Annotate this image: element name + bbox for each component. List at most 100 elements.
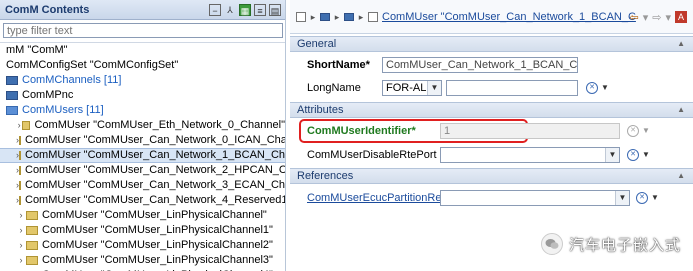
tree-row[interactable]: › ComMUser "ComMUser_Can_Network_0_ICAN_C… <box>0 133 285 148</box>
identifier-input[interactable]: 1 <box>440 123 620 139</box>
chevron-down-icon[interactable]: ▼ <box>642 126 650 135</box>
tree-row[interactable]: › ComMUser "ComMUser_Can_Network_4_Reserv… <box>0 193 285 208</box>
chevron-right-icon[interactable]: ▸ <box>308 12 318 22</box>
section-references-header[interactable]: References ▲ <box>290 168 693 184</box>
reset-icon[interactable]: ✕ <box>627 125 639 137</box>
chevron-right-icon[interactable]: ▸ <box>356 12 366 22</box>
collapse-icon[interactable]: ▲ <box>677 169 685 183</box>
contents-panel: ComM Contents − ⅄ ▦ ≡ ▤ mM "ComM" ComMCon… <box>0 0 286 271</box>
tree-row-label: ComMPnc <box>22 89 74 101</box>
breadcrumb-link[interactable]: ComMUser "ComMUser_Can_Network_1_BCAN_C <box>382 11 636 23</box>
tree-row-label: ComMUser "ComMUser_Can_Network_0_ICAN_Ch… <box>25 134 286 146</box>
longname-language-select[interactable]: FOR-ALL ▼ <box>382 80 442 96</box>
chevron-down-icon[interactable]: ▼ <box>615 191 629 205</box>
chevron-down-icon[interactable]: ▼ <box>427 81 441 95</box>
folder-icon[interactable] <box>344 12 354 21</box>
tree-row[interactable]: › ComMUser "ComMUser_Can_Network_1_BCAN_C… <box>0 148 285 163</box>
longname-label: LongName <box>307 82 361 94</box>
view-menu-icon[interactable]: ≡ <box>254 3 266 16</box>
tree-row[interactable]: ComMChannels [11] <box>0 73 285 88</box>
section-references-body: ComMUserEcucPartitionRef ▼ ✕ ▼ <box>290 184 693 224</box>
reset-icon[interactable]: ✕ <box>627 149 639 161</box>
collapse-all-icon[interactable]: − <box>209 3 221 16</box>
tree-row-label: ComMUser "ComMUser_Can_Network_3_ECAN_Ch… <box>25 179 286 191</box>
reset-icon[interactable]: ✕ <box>586 82 598 94</box>
tree-row-label: ComMUser "ComMUser_Can_Network_2_HPCAN_C… <box>25 164 286 176</box>
chevron-right-icon[interactable]: ▸ <box>332 12 342 22</box>
tree-row[interactable]: › ComMUser "ComMUser_LinPhysicalChannel3" <box>0 253 285 268</box>
sort-icon[interactable]: ⅄ <box>224 4 236 16</box>
partition-ref-select[interactable]: ▼ <box>440 190 630 206</box>
tree-row-label: ComMUser "ComMUser_Eth_Network_0_Channel… <box>34 119 285 131</box>
contents-panel-header: ComM Contents − ⅄ ▦ ≡ ▤ <box>0 0 285 20</box>
tree-row[interactable]: › ComMUser "ComMUser_LinPhysicalChannel1" <box>0 223 285 238</box>
tree-row[interactable]: › ComMUser "ComMUser_LinPhysicalChannel2" <box>0 238 285 253</box>
navigation-buttons: ⇦ ▾ ⇨ ▾ A <box>630 11 687 24</box>
tree-row-label: ComMUser "ComMUser_Can_Network_4_Reserve… <box>25 194 286 206</box>
watermark: 汽车电子嵌入式 <box>540 233 681 255</box>
partition-ref-link[interactable]: ComMUserEcucPartitionRef <box>307 192 445 204</box>
contents-panel-title: ComM Contents <box>5 3 90 16</box>
chevron-down-icon[interactable]: ▼ <box>601 83 609 92</box>
folder-icon <box>19 181 21 190</box>
section-general-header[interactable]: General ▲ <box>290 36 693 52</box>
chevron-right-icon[interactable]: › <box>16 223 26 238</box>
toggle-view-icon[interactable]: ▤ <box>269 3 281 16</box>
collapse-icon[interactable]: ▲ <box>677 103 685 117</box>
longname-input[interactable] <box>446 80 578 96</box>
section-attributes-body: ComMUserIdentifier* 1 ✕ ▼ ComMUserDisabl… <box>290 118 693 168</box>
tree-row-label: ComMUser "ComMUser_LinPhysicalChannel1" <box>42 224 273 236</box>
identifier-label: ComMUserIdentifier* <box>307 125 416 137</box>
section-attributes-header[interactable]: Attributes ▲ <box>290 102 693 118</box>
section-general-body: ShortName* ComMUser_Can_Network_1_BCAN_C… <box>290 52 693 102</box>
element-icon[interactable] <box>368 11 378 22</box>
back-icon[interactable]: ⇦ <box>630 11 639 24</box>
folder-icon <box>6 76 18 85</box>
chevron-down-icon[interactable]: ▼ <box>642 150 650 159</box>
section-general-title: General <box>297 38 337 50</box>
tree-row[interactable]: › ComMUser "ComMUser_Can_Network_2_HPCAN_… <box>0 163 285 178</box>
reset-icon[interactable]: ✕ <box>636 192 648 204</box>
back-dropdown-icon[interactable]: ▾ <box>643 11 649 24</box>
tree-row-label: ComMConfigSet "ComMConfigSet" <box>6 59 179 71</box>
section-references-title: References <box>297 170 354 182</box>
tree-row-label: ComMUser "ComMUser_Can_Network_1_BCAN_Ch… <box>25 149 286 161</box>
breadcrumb: ▸ ▸ ▸ ComMUser "ComMUser_Can_Network_1_B… <box>290 0 693 34</box>
folder-icon <box>26 226 38 235</box>
shortname-label: ShortName* <box>307 59 370 71</box>
folder-icon <box>26 211 38 220</box>
collapse-icon[interactable]: ▲ <box>677 37 685 51</box>
disable-rte-port-select[interactable]: ▼ <box>440 147 620 163</box>
filter-icon[interactable]: ▦ <box>239 3 251 16</box>
autosar-icon[interactable]: A <box>675 11 687 23</box>
chevron-right-icon[interactable]: › <box>16 208 26 223</box>
tree-row-label: ComMUser "ComMUser_LinPhysicalChannel" <box>42 209 267 221</box>
tree-row-label: ComMUser "ComMUser_LinPhysicalChannel2" <box>42 239 273 251</box>
tree-row[interactable]: mM "ComM" <box>0 43 285 58</box>
tree-row[interactable]: › ComMUser "ComMUser_Eth_Network_0_Channe… <box>0 118 285 133</box>
tree-row-label: mM "ComM" <box>6 44 68 56</box>
forward-dropdown-icon[interactable]: ▾ <box>665 11 671 24</box>
folder-icon <box>22 121 31 130</box>
folder-icon <box>6 106 18 115</box>
tree-row[interactable]: ComMConfigSet "ComMConfigSet" <box>0 58 285 73</box>
tree-row[interactable]: › ComMUser "ComMUser_Can_Network_3_ECAN_C… <box>0 178 285 193</box>
tree-row-label: ComMUser "ComMUser_LinPhysicalChannel3" <box>42 254 273 266</box>
forward-icon[interactable]: ⇨ <box>652 11 661 24</box>
folder-icon[interactable] <box>320 12 330 21</box>
chevron-down-icon[interactable]: ▼ <box>605 148 619 162</box>
folder-icon <box>19 136 21 145</box>
chevron-right-icon[interactable]: › <box>16 238 26 253</box>
chevron-right-icon[interactable]: › <box>16 253 26 268</box>
chevron-down-icon[interactable]: ▼ <box>651 193 659 202</box>
tree-row[interactable]: › ComMUser "ComMUser_LinPhysicalChannel" <box>0 208 285 223</box>
folder-icon <box>19 196 21 205</box>
filter-input[interactable] <box>3 23 283 38</box>
tree-row[interactable]: ComMUsers [11] <box>0 103 285 118</box>
disable-rte-port-label: ComMUserDisableRtePort <box>307 149 437 161</box>
folder-icon <box>6 91 18 100</box>
shortname-input[interactable]: ComMUser_Can_Network_1_BCAN_Char <box>382 57 578 73</box>
tree-row[interactable]: ComMPnc <box>0 88 285 103</box>
longname-language-value: FOR-ALL <box>386 82 433 94</box>
root-node-icon[interactable] <box>296 11 306 22</box>
